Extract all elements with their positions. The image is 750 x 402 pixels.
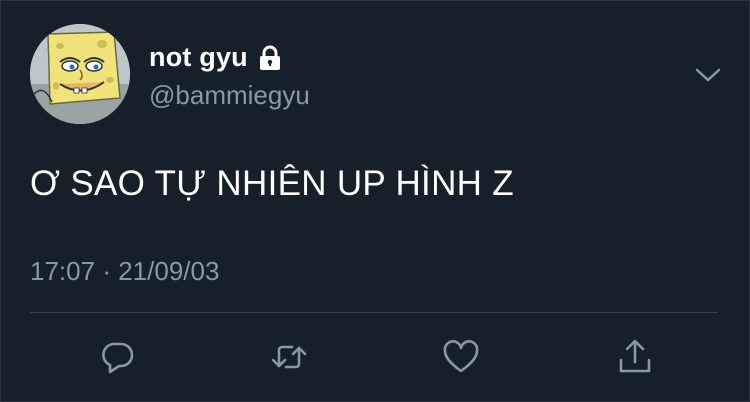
chevron-down-icon[interactable] bbox=[694, 64, 722, 86]
author-name[interactable]: not gyu bbox=[149, 42, 282, 73]
retweet-icon bbox=[271, 345, 307, 369]
reply-button[interactable] bbox=[92, 332, 142, 382]
display-name-text: not gyu bbox=[149, 42, 248, 72]
timestamp-separator: · bbox=[102, 256, 111, 286]
heart-icon bbox=[443, 340, 479, 373]
tweet-text: Ơ SAO TỰ NHIÊN UP HÌNH Z bbox=[30, 164, 514, 203]
divider bbox=[30, 312, 718, 313]
lock-icon bbox=[258, 45, 282, 71]
action-bar bbox=[0, 332, 750, 382]
like-button[interactable] bbox=[436, 332, 486, 382]
tweet-timestamp[interactable]: 17:07 · 21/09/03 bbox=[30, 256, 219, 287]
retweet-button[interactable] bbox=[264, 332, 314, 382]
reply-icon bbox=[102, 342, 134, 374]
spongebob-avatar-image bbox=[30, 24, 130, 124]
avatar[interactable] bbox=[30, 24, 130, 124]
tweet-date: 21/09/03 bbox=[118, 256, 220, 286]
share-icon bbox=[619, 339, 651, 373]
share-button[interactable] bbox=[610, 332, 660, 382]
author-handle[interactable]: @bammiegyu bbox=[149, 80, 310, 111]
tweet-time: 17:07 bbox=[30, 256, 96, 286]
